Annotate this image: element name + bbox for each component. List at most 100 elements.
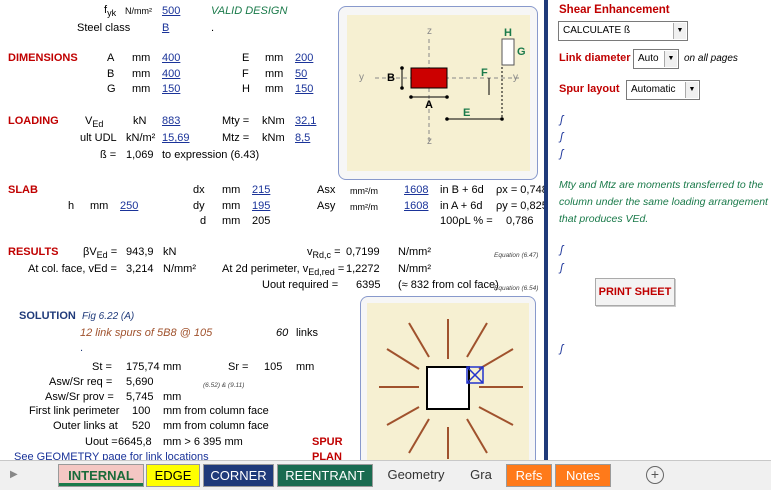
dy-value[interactable]: 195 bbox=[252, 200, 270, 213]
dim-f-label: F bbox=[242, 68, 249, 80]
dx-value[interactable]: 215 bbox=[252, 184, 270, 197]
mty-value[interactable]: 32,1 bbox=[295, 115, 316, 128]
spur-layout-diagram bbox=[360, 296, 536, 461]
fyk-value[interactable]: 500 bbox=[162, 5, 180, 18]
slab-heading: SLAB bbox=[8, 184, 38, 196]
tab-notes[interactable]: Notes bbox=[555, 464, 611, 487]
dim-g-unit: mm bbox=[132, 83, 151, 95]
outer-links-note: mm from column face bbox=[163, 420, 269, 432]
solution-spurs: 12 link spurs of 5B8 @ 105 bbox=[80, 327, 213, 339]
scroll-right-icon[interactable]: ▶ bbox=[10, 468, 18, 481]
outer-links-label: Outer links at bbox=[53, 420, 118, 432]
dy-label: dy bbox=[193, 200, 205, 212]
tab-geometry[interactable]: Geometry bbox=[376, 464, 456, 487]
dim-f-value[interactable]: 50 bbox=[295, 68, 307, 81]
outer-links-value: 520 bbox=[132, 420, 151, 432]
asx-note: in B + 6d bbox=[440, 184, 484, 196]
tab-gra[interactable]: Gra bbox=[459, 464, 503, 487]
z-top-label: z bbox=[427, 26, 432, 37]
rho-y: ρy = 0,825 bbox=[496, 200, 548, 212]
steel-class-label: Steel class bbox=[77, 22, 131, 34]
print-sheet-button[interactable]: PRINT SHEET bbox=[595, 278, 675, 306]
dim-h-value[interactable]: 150 bbox=[295, 83, 313, 96]
hole-rect bbox=[501, 38, 515, 66]
solution-dot: . bbox=[80, 342, 84, 354]
mty-label: Mty = bbox=[222, 115, 250, 127]
asx-label: Asx bbox=[317, 184, 336, 196]
dx-label: dx bbox=[193, 184, 205, 196]
mtz-label: Mtz = bbox=[222, 132, 250, 144]
ved-value[interactable]: 883 bbox=[162, 115, 180, 128]
col-face-value: 3,214 bbox=[126, 263, 154, 275]
calculate-beta-select[interactable]: CALCULATE ß ▼ bbox=[558, 21, 688, 41]
dim-f-unit: mm bbox=[265, 68, 284, 80]
bved-unit: kN bbox=[163, 246, 177, 258]
column-rect bbox=[410, 67, 448, 89]
add-sheet-icon[interactable]: + bbox=[646, 466, 664, 484]
dim-a-label: A bbox=[107, 52, 115, 64]
udl-value[interactable]: 15,69 bbox=[162, 132, 190, 145]
spur-column-rect bbox=[426, 366, 470, 410]
spur-layout-select[interactable]: Automatic ▼ bbox=[626, 80, 700, 100]
column-plan-diagram: z z y y A B E F G H bbox=[338, 6, 538, 180]
dim-a-value[interactable]: 400 bbox=[162, 52, 180, 65]
beta-value: 1,069 bbox=[126, 149, 154, 161]
link-diameter-note: on all pages bbox=[684, 53, 738, 64]
dim-b-value[interactable]: 400 bbox=[162, 68, 180, 81]
first-link-label: First link perimeter bbox=[29, 405, 120, 417]
integral-mark-5: ʃ bbox=[560, 262, 564, 274]
calculate-beta-value: CALCULATE ß bbox=[563, 25, 631, 36]
chevron-down-icon: ▼ bbox=[673, 23, 686, 39]
dimensions-heading: DIMENSIONS bbox=[8, 52, 78, 64]
results-heading: RESULTS bbox=[8, 246, 59, 258]
tab-edge[interactable]: EDGE bbox=[146, 464, 200, 487]
h-value[interactable]: 250 bbox=[120, 200, 138, 213]
node-e2 bbox=[500, 117, 504, 121]
diagram-label-a: A bbox=[425, 99, 433, 111]
link-diameter-select[interactable]: Auto ▼ bbox=[633, 49, 679, 69]
links-label: links bbox=[296, 327, 319, 339]
mty-unit: kNm bbox=[262, 115, 285, 127]
tab-reentrant[interactable]: REENTRANT bbox=[277, 464, 373, 487]
first-link-note: mm from column face bbox=[163, 405, 269, 417]
ved-label: VEd bbox=[85, 115, 104, 130]
vrd-unit: N/mm² bbox=[398, 246, 431, 258]
h-unit: mm bbox=[90, 200, 109, 212]
spur-diagram-svg bbox=[379, 319, 523, 459]
uout-note: mm > 6 395 mm bbox=[163, 436, 243, 448]
link-diameter-label: Link diameter bbox=[559, 52, 631, 64]
tab-corner[interactable]: CORNER bbox=[203, 464, 274, 487]
asw-req-ref: (6.52) & (9.11) bbox=[203, 382, 245, 389]
uout-req-value: 6395 bbox=[356, 279, 381, 291]
rho-l-label: 100ρL % = bbox=[440, 215, 493, 227]
solution-figure-ref: Fig 6.22 (A) bbox=[82, 311, 135, 322]
mtz-value[interactable]: 8,5 bbox=[295, 132, 310, 145]
dim-e-value[interactable]: 200 bbox=[295, 52, 313, 65]
integral-mark-6: ʃ bbox=[560, 343, 564, 355]
rho-x: ρx = 0,748 bbox=[496, 184, 548, 196]
udl-label: ult UDL bbox=[80, 132, 117, 144]
node-a2 bbox=[445, 95, 449, 99]
y-left-label: y bbox=[359, 72, 364, 83]
plan-diagram-canvas: z z y y A B E F G H bbox=[347, 15, 530, 171]
ved-unit: kN bbox=[133, 115, 147, 127]
steel-class-value[interactable]: B bbox=[162, 22, 169, 35]
vrd-label: vRd,c = bbox=[307, 246, 341, 261]
dim-g-value[interactable]: 150 bbox=[162, 83, 180, 96]
options-pane: Shear Enhancement CALCULATE ß ▼ Link dia… bbox=[546, 0, 771, 460]
sr-value: 105 bbox=[264, 361, 283, 373]
solution-heading: SOLUTION bbox=[19, 310, 76, 322]
st-value: 175,74 bbox=[126, 361, 160, 373]
dim-h-unit: mm bbox=[265, 83, 284, 95]
tab-refs[interactable]: Refs bbox=[506, 464, 552, 487]
plan-diagram-svg bbox=[375, 38, 519, 143]
asy-value[interactable]: 1608 bbox=[404, 200, 428, 213]
uout-req-note: (≈ 832 from col face) bbox=[398, 279, 499, 291]
h-label: h bbox=[68, 200, 75, 212]
uout-value: 6645,8 bbox=[118, 436, 152, 448]
chevron-down-icon: ▼ bbox=[685, 82, 698, 98]
tab-internal[interactable]: INTERNAL bbox=[58, 464, 144, 487]
dim-h-label: H bbox=[242, 83, 250, 95]
dim-a-unit: mm bbox=[132, 52, 151, 64]
asx-value[interactable]: 1608 bbox=[404, 184, 428, 197]
